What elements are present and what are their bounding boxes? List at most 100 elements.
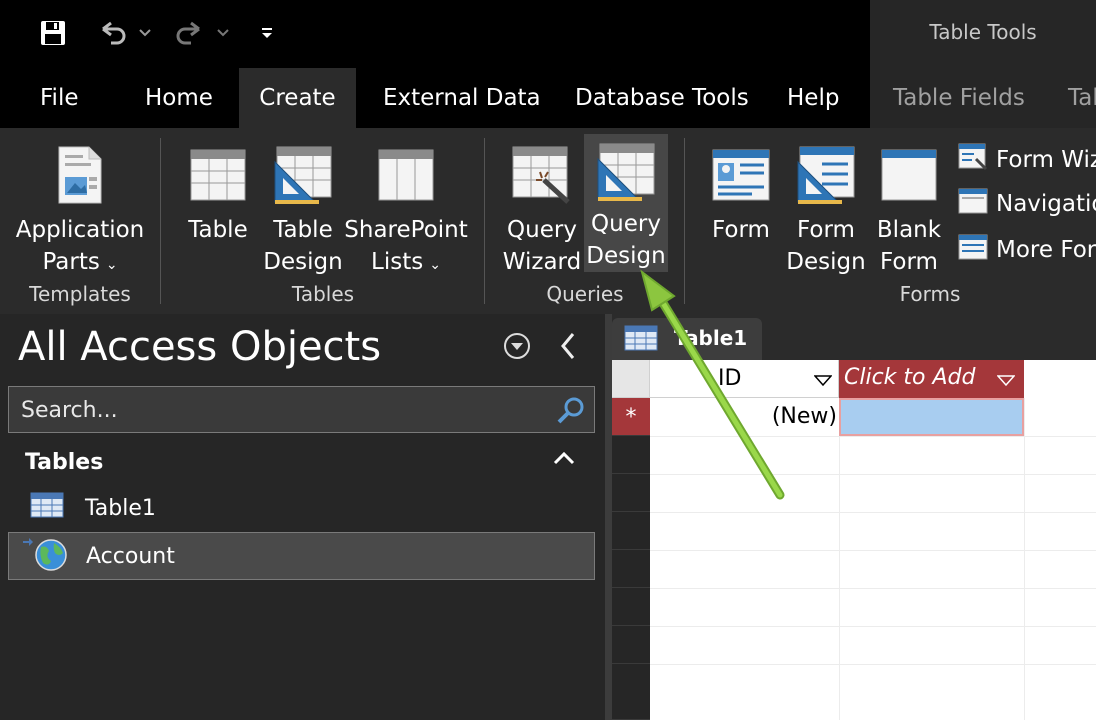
tab-database-tools[interactable]: Database Tools [573,68,751,128]
save-icon[interactable] [34,14,72,52]
query-design-label: Query [591,211,661,237]
nav-pane-collapse-icon[interactable] [556,330,582,364]
blank-form-label: Blank [876,217,942,243]
new-record-click-to-add-cell[interactable] [839,398,1024,436]
tab-help[interactable]: Help [785,68,841,128]
tab-table-fields[interactable]: Table Fields [891,68,1027,128]
grid-row-line [650,474,1096,475]
record-selector[interactable] [612,512,650,550]
chevron-down-icon: ⌄ [429,257,441,273]
table-button[interactable]: Table [182,136,254,246]
query-wizard-icon [512,136,572,214]
more-forms-label: More For [996,237,1096,263]
form-design-label: Form [797,217,855,243]
form-wizard-label: Form Wiz [996,147,1096,173]
application-parts-label: Application [15,217,145,243]
add-field-dropdown-icon[interactable] [996,372,1016,391]
chevron-up-icon[interactable] [552,448,576,472]
grid-column-line [839,398,840,720]
navigation-pane: All Access Objects Tables Table1 Account [0,314,605,720]
record-selector[interactable] [612,626,650,664]
tab-file[interactable]: File [38,68,81,128]
new-record-selector[interactable]: * [612,398,650,436]
group-separator [160,138,161,304]
column-header-click-to-add[interactable]: Click to Add [839,360,1024,398]
nav-item-table1[interactable]: Table1 [8,484,595,532]
form-icon [712,136,770,214]
blank-form-button[interactable]: Blank Form [874,136,944,278]
redo-dropdown-chevron-icon[interactable] [212,14,234,52]
customize-qat-icon[interactable] [256,14,278,52]
table-design-button[interactable]: Table Design [262,136,344,278]
undo-dropdown-chevron-icon[interactable] [134,14,156,52]
grid-row-line [650,436,1096,437]
record-selector[interactable] [612,588,650,626]
tab-external-data[interactable]: External Data [381,68,543,128]
nav-pane-menu-icon[interactable] [503,332,533,362]
navigation-button[interactable]: Navigatio [958,184,1096,224]
query-design-button[interactable]: Query Design [584,134,668,272]
redo-icon[interactable] [170,14,208,52]
grid-row-line [650,588,1096,589]
navigation-form-icon [958,188,992,220]
pane-splitter[interactable] [605,314,612,720]
form-design-icon [796,136,856,214]
query-wizard-label: Query [507,217,577,243]
grid-row-line [650,664,1096,665]
grid-row-line [650,550,1096,551]
query-wizard-label-2: Wizard [502,249,582,275]
table-design-icon [273,136,333,214]
application-parts-label-2: Parts ⌄ [42,246,117,281]
nav-item-account[interactable]: Account [8,532,595,580]
ribbon-tabs: File Home Create External Data Database … [0,68,1096,128]
record-selector[interactable] [612,550,650,588]
blank-form-label-2: Form [880,249,938,275]
query-design-label-2: Design [586,243,666,269]
datasheet-grid: ID Click to Add * (New) [612,360,1096,720]
group-label-tables: Tables [291,282,355,306]
form-design-button[interactable]: Form Design [786,136,866,278]
sort-filter-dropdown-icon[interactable] [813,372,833,391]
table-icon [30,492,64,524]
sharepoint-lists-label-2: Lists ⌄ [371,246,441,281]
sharepoint-lists-button[interactable]: SharePoint Lists ⌄ [344,136,468,281]
form-button[interactable]: Form [706,136,776,246]
new-record-asterisk-icon: * [626,405,637,430]
sharepoint-lists-label: SharePoint [344,217,468,243]
application-parts-button[interactable]: Application Parts ⌄ [14,136,146,281]
record-selector[interactable] [612,664,650,720]
nav-pane-title[interactable]: All Access Objects [18,324,381,370]
nav-group-tables[interactable]: Tables [25,450,103,475]
query-wizard-button[interactable]: Query Wizard [502,136,582,278]
record-selector[interactable] [612,436,650,474]
search-icon[interactable] [556,395,586,429]
select-all-corner[interactable] [612,360,650,398]
tab-home[interactable]: Home [143,68,215,128]
record-selector[interactable] [612,474,650,512]
more-forms-icon [958,234,992,266]
linked-table-globe-icon [21,535,69,577]
navigation-label: Navigatio [996,191,1096,217]
column-header-id[interactable]: ID [650,360,839,398]
document-tab-label: Table1 [674,326,748,350]
search-input[interactable] [21,395,541,425]
tab-create[interactable]: Create [239,68,356,128]
column-header-label: Click to Add [844,365,976,390]
undo-icon[interactable] [94,14,132,52]
document-tab-table1[interactable]: Table1 [612,318,762,360]
query-design-icon [596,136,656,208]
more-forms-button[interactable]: More For [958,230,1096,270]
grid-column-line [1024,398,1025,720]
form-wizard-button[interactable]: Form Wiz [958,140,1096,180]
quick-access-toolbar [0,0,870,68]
form-label: Form [712,217,770,243]
application-parts-label-2-text: Parts [42,249,100,275]
new-record-id-cell[interactable]: (New) [650,398,839,436]
tab-table[interactable]: Tab [1066,68,1096,128]
table-label: Table [188,217,248,243]
column-header-label: ID [718,366,742,391]
search-box [8,386,595,433]
form-design-label-2: Design [786,249,866,275]
table-icon [190,136,246,214]
group-label-templates: Templates [29,282,131,306]
